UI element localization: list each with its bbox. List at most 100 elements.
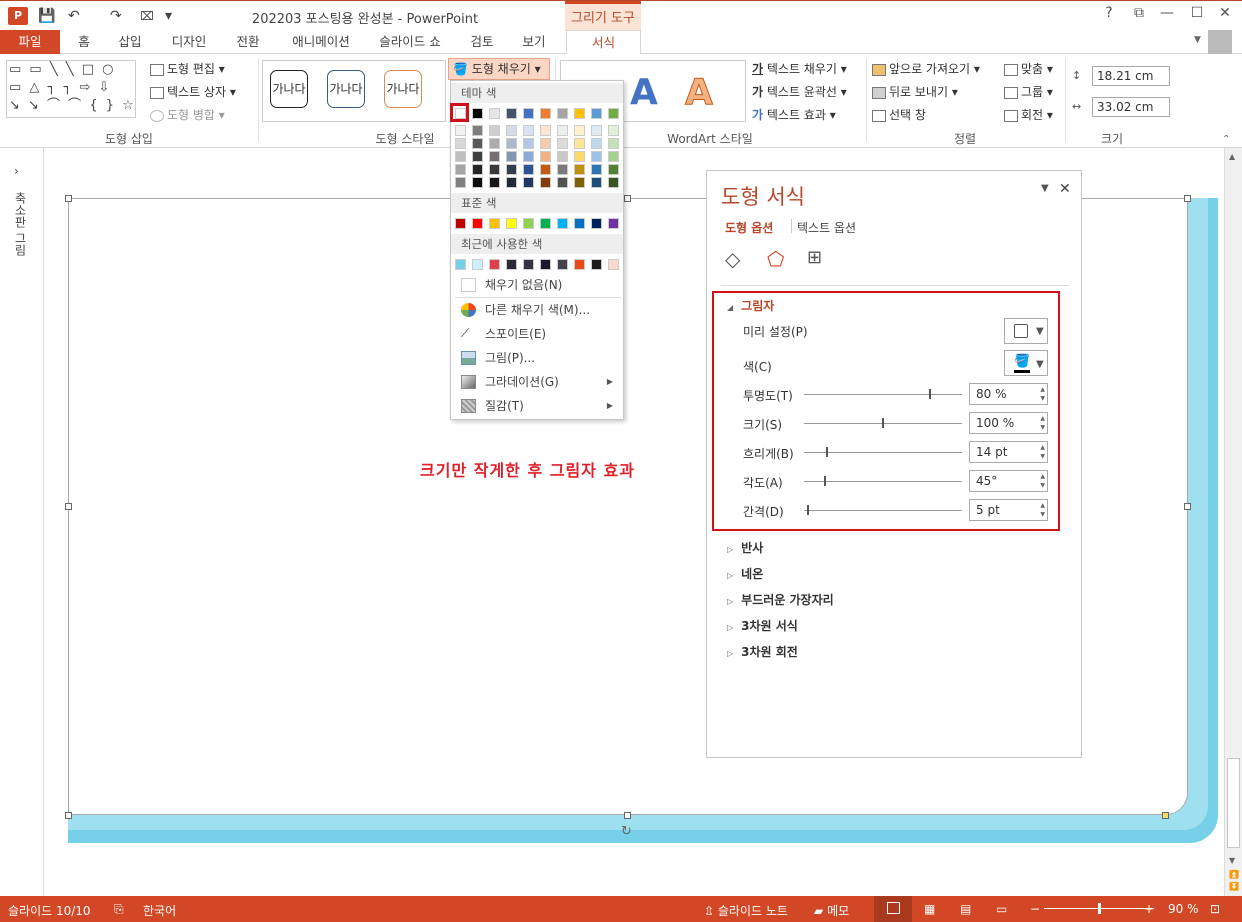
adjust-handle[interactable]: [1162, 812, 1169, 819]
theme-color-swatch[interactable]: [506, 108, 517, 119]
effects-section-header[interactable]: ▷ 3차원 서식: [727, 617, 798, 634]
recent-color-swatch[interactable]: [540, 259, 551, 270]
tab-home[interactable]: 홈: [70, 30, 98, 54]
shape-style-dark[interactable]: 가나다: [270, 70, 308, 108]
picture-fill-option[interactable]: 그림(P)...: [455, 347, 621, 369]
slide-text[interactable]: 크기만 작게한 후 그림자 효과: [420, 457, 635, 481]
notes-button[interactable]: ⇫ 슬라이드 노트: [704, 902, 788, 919]
theme-shade-swatch[interactable]: [523, 177, 534, 188]
size-properties-icon[interactable]: ⊞: [807, 247, 822, 268]
effects-section-header[interactable]: ▷ 네온: [727, 565, 763, 582]
theme-shade-swatch[interactable]: [608, 177, 619, 188]
fit-slide-icon[interactable]: ⊡: [1210, 902, 1220, 916]
shadow-param-slider[interactable]: [804, 505, 962, 515]
recent-color-swatch[interactable]: [557, 259, 568, 270]
effects-section-header[interactable]: ▷ 부드러운 가장자리: [727, 591, 834, 608]
tab-review[interactable]: 검토: [464, 30, 500, 54]
theme-color-swatch[interactable]: [557, 108, 568, 119]
group-button[interactable]: 그룹 ▾: [1004, 83, 1053, 100]
resize-handle[interactable]: [1184, 503, 1191, 510]
tab-design[interactable]: 디자인: [166, 30, 212, 54]
shadow-param-slider[interactable]: [804, 389, 962, 399]
theme-shade-swatch[interactable]: [574, 151, 585, 162]
shadow-param-input[interactable]: 80 % ▲ ▼: [969, 383, 1048, 405]
shapes-gallery[interactable]: ▭ ▭ ╲ ╲ □ ○ ▭ △ ┐ ┐ ⇨ ⇩ ↘ ↘ ⌒ ⌒ { } ☆: [6, 60, 136, 118]
zoom-in-icon[interactable]: +: [1144, 902, 1154, 916]
slide-counter[interactable]: 슬라이드 10/10: [8, 902, 91, 919]
theme-shade-swatch[interactable]: [591, 125, 602, 136]
theme-color-swatch[interactable]: [574, 108, 585, 119]
theme-shade-swatch[interactable]: [455, 151, 466, 162]
theme-shade-swatch[interactable]: [489, 138, 500, 149]
theme-shade-swatch[interactable]: [540, 164, 551, 175]
theme-shade-swatch[interactable]: [591, 138, 602, 149]
recent-color-swatch[interactable]: [523, 259, 534, 270]
spell-check-icon[interactable]: ⎘: [114, 902, 124, 917]
theme-shade-swatch[interactable]: [540, 177, 551, 188]
selection-pane-button[interactable]: 선택 창: [872, 106, 926, 123]
next-slide-icon[interactable]: ⏬: [1229, 882, 1239, 891]
theme-color-swatch[interactable]: [489, 108, 500, 119]
spin-arrows-icon[interactable]: ▲ ▼: [1040, 385, 1045, 403]
slider-thumb[interactable]: [928, 389, 931, 399]
tab-transitions[interactable]: 전환: [230, 30, 266, 54]
theme-shade-swatch[interactable]: [557, 125, 568, 136]
shadow-param-input[interactable]: 100 % ▲ ▼: [969, 412, 1048, 434]
resize-handle[interactable]: [624, 195, 631, 202]
theme-shade-swatch[interactable]: [472, 177, 483, 188]
theme-shade-swatch[interactable]: [608, 164, 619, 175]
recent-color-swatch[interactable]: [608, 259, 619, 270]
wordart-style-blue[interactable]: A: [630, 72, 658, 113]
shadow-section-header[interactable]: ◢ 그림자: [727, 297, 774, 314]
theme-color-swatch[interactable]: [523, 108, 534, 119]
theme-shade-swatch[interactable]: [455, 125, 466, 136]
resize-handle[interactable]: [65, 503, 72, 510]
slider-thumb[interactable]: [807, 505, 810, 515]
theme-color-swatch[interactable]: [540, 108, 551, 119]
spin-arrows-icon[interactable]: ▲ ▼: [1040, 414, 1045, 432]
spin-arrows-icon[interactable]: ▲ ▼: [1040, 443, 1045, 461]
standard-color-swatch[interactable]: [591, 218, 602, 229]
scroll-up-icon[interactable]: ▲: [1229, 152, 1235, 161]
theme-shade-swatch[interactable]: [574, 138, 585, 149]
theme-shade-swatch[interactable]: [574, 125, 585, 136]
tab-format[interactable]: 서식: [566, 30, 641, 55]
resize-handle[interactable]: [1184, 195, 1191, 202]
theme-shade-swatch[interactable]: [506, 151, 517, 162]
shadow-param-input[interactable]: 45° ▲ ▼: [969, 470, 1048, 492]
theme-shade-swatch[interactable]: [523, 164, 534, 175]
text-outline-button[interactable]: 가 텍스트 윤곽선 ▾: [752, 83, 847, 100]
theme-shade-swatch[interactable]: [472, 164, 483, 175]
no-fill-option[interactable]: 채우기 없음(N): [455, 274, 621, 296]
gradient-fill-option[interactable]: 그라데이션(G) ▶: [455, 371, 621, 393]
theme-shade-swatch[interactable]: [591, 151, 602, 162]
theme-shade-swatch[interactable]: [455, 164, 466, 175]
theme-shade-swatch[interactable]: [591, 177, 602, 188]
fill-line-icon[interactable]: ◇: [725, 247, 740, 271]
normal-view-button[interactable]: [874, 896, 912, 922]
close-button[interactable]: ✕: [1210, 5, 1240, 21]
account-dropdown-icon[interactable]: ▼: [1194, 35, 1201, 45]
zoom-slider[interactable]: [1044, 903, 1154, 914]
theme-shade-swatch[interactable]: [489, 164, 500, 175]
theme-shade-swatch[interactable]: [489, 177, 500, 188]
expand-thumbnails-icon[interactable]: ›: [14, 164, 19, 178]
theme-shade-swatch[interactable]: [523, 138, 534, 149]
theme-shade-swatch[interactable]: [557, 151, 568, 162]
standard-color-swatch[interactable]: [540, 218, 551, 229]
resize-handle[interactable]: [624, 812, 631, 819]
slider-thumb[interactable]: [823, 476, 826, 486]
tab-insert[interactable]: 삽입: [112, 30, 148, 54]
effects-section-header[interactable]: ▷ 3차원 회전: [727, 643, 798, 660]
standard-color-swatch[interactable]: [506, 218, 517, 229]
theme-shade-swatch[interactable]: [557, 177, 568, 188]
scroll-down-icon[interactable]: ▼: [1229, 856, 1235, 865]
rotate-button[interactable]: 회전 ▾: [1004, 106, 1053, 123]
shadow-param-slider[interactable]: [804, 418, 962, 428]
theme-shade-swatch[interactable]: [455, 138, 466, 149]
vertical-scrollbar[interactable]: ▲ ▼ ⏫ ⏬: [1224, 148, 1242, 896]
comments-button[interactable]: ▰ 메모: [814, 902, 849, 919]
tab-slideshow[interactable]: 슬라이드 쇼: [374, 30, 446, 54]
theme-shade-swatch[interactable]: [540, 125, 551, 136]
shadow-param-input[interactable]: 5 pt ▲ ▼: [969, 499, 1048, 521]
